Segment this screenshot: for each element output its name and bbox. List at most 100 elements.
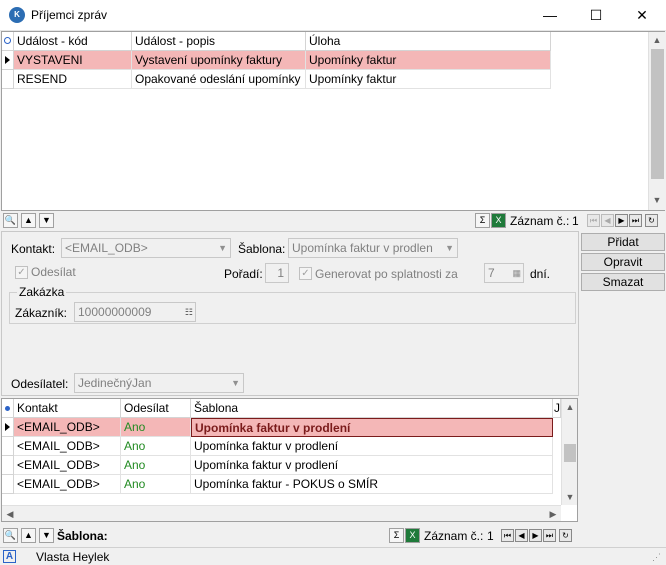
- previous-record-icon[interactable]: ◀: [601, 214, 614, 227]
- generate-checkbox[interactable]: ✓: [299, 267, 312, 280]
- template-label: Šablona:: [238, 242, 286, 256]
- row-indicator: [2, 418, 14, 437]
- detail-form: Kontakt: <EMAIL_ODB> ▼ Šablona: Upomínka …: [1, 231, 579, 396]
- table-cell[interactable]: Upomínka faktur - POKUS o SMÍR: [191, 475, 553, 494]
- refresh-icon[interactable]: ↻: [559, 529, 572, 542]
- grid-header-selector[interactable]: [2, 32, 14, 51]
- sender-value: JedinečnýJan: [78, 376, 152, 390]
- scroll-down-icon[interactable]: ▼: [649, 192, 665, 208]
- table-cell[interactable]: Upomínka faktur v prodlení: [191, 456, 553, 475]
- edit-button[interactable]: Opravit: [581, 253, 665, 271]
- order-label: Pořadí:: [224, 267, 263, 281]
- column-header-event-description[interactable]: Událost - popis: [132, 32, 306, 51]
- scroll-up-icon[interactable]: ▲: [562, 399, 578, 415]
- days-input[interactable]: 7 ▦: [484, 263, 524, 283]
- table-cell[interactable]: <EMAIL_ODB>: [14, 475, 121, 494]
- last-record-icon[interactable]: ⏭: [629, 214, 642, 227]
- sum-icon[interactable]: Σ: [389, 528, 404, 543]
- scroll-thumb[interactable]: [651, 49, 664, 179]
- refresh-icon[interactable]: ↻: [645, 214, 658, 227]
- table-cell[interactable]: Ano: [121, 475, 191, 494]
- template-combo[interactable]: Upomínka faktur v prodlen ▼: [288, 238, 458, 258]
- app-icon: K: [9, 7, 25, 23]
- column-header-event-code[interactable]: Událost - kód: [14, 32, 132, 51]
- grid-header-selector[interactable]: [2, 399, 14, 418]
- table-cell[interactable]: Ano: [121, 456, 191, 475]
- customer-input[interactable]: 10000000009 ☷: [74, 302, 196, 322]
- sum-icon[interactable]: Σ: [475, 213, 490, 228]
- next-record-icon[interactable]: ▶: [529, 529, 542, 542]
- vertical-scrollbar[interactable]: ▲ ▼: [561, 399, 577, 505]
- scroll-up-icon[interactable]: ▲: [649, 32, 665, 48]
- dropdown-icon: ▼: [231, 378, 240, 388]
- column-header-task[interactable]: Úloha: [306, 32, 551, 51]
- row-indicator: [2, 437, 14, 456]
- close-button[interactable]: ✕: [619, 0, 665, 30]
- scroll-left-icon[interactable]: ◀: [2, 506, 18, 522]
- next-record-icon[interactable]: ▶: [615, 214, 628, 227]
- vertical-scrollbar[interactable]: ▲ ▼: [648, 32, 665, 210]
- table-cell[interactable]: Upomínky faktur: [306, 70, 551, 89]
- first-record-icon[interactable]: ⏮: [501, 529, 514, 542]
- table-cell[interactable]: <EMAIL_ODB>: [14, 437, 121, 456]
- days-unit-label: dní.: [530, 267, 551, 281]
- template-filter-label: Šablona:: [57, 529, 108, 543]
- sender-label: Odesílatel:: [11, 377, 69, 391]
- send-checkbox[interactable]: ✓: [15, 266, 28, 279]
- column-header-extra[interactable]: J: [553, 399, 561, 418]
- column-header-template[interactable]: Šablona: [191, 399, 553, 418]
- table-cell[interactable]: Upomínky faktur: [306, 51, 551, 70]
- search-icon[interactable]: 🔍: [3, 528, 18, 543]
- record-label: Záznam č.:: [510, 214, 570, 228]
- record-number: 1: [572, 214, 579, 228]
- table-cell[interactable]: RESEND: [14, 70, 132, 89]
- table-cell[interactable]: <EMAIL_ODB>: [14, 418, 121, 437]
- current-user: Vlasta Heylek: [36, 550, 110, 564]
- table-cell[interactable]: Ano: [121, 437, 191, 456]
- user-icon: A: [3, 550, 16, 563]
- table-cell[interactable]: VYSTAVENI: [14, 51, 132, 70]
- resize-grip-icon[interactable]: ⋰: [652, 552, 661, 563]
- days-value: 7: [488, 266, 495, 280]
- minimize-button[interactable]: —: [527, 0, 573, 30]
- scroll-thumb[interactable]: [564, 444, 576, 462]
- table-cell[interactable]: Ano: [121, 418, 191, 437]
- window-title: Příjemci zpráv: [31, 8, 108, 22]
- move-up-icon[interactable]: ▲: [21, 528, 36, 543]
- column-header-contact[interactable]: Kontakt: [14, 399, 121, 418]
- add-button[interactable]: Přidat: [581, 233, 665, 251]
- excel-icon[interactable]: X: [491, 213, 506, 228]
- table-cell[interactable]: Opakované odeslání upomínky: [132, 70, 306, 89]
- maximize-button[interactable]: ☐: [573, 0, 619, 30]
- order-input[interactable]: 1: [265, 263, 289, 283]
- circle-icon: [4, 37, 11, 44]
- excel-icon[interactable]: X: [405, 528, 420, 543]
- sender-combo[interactable]: JedinečnýJan ▼: [74, 373, 244, 393]
- current-row-icon: [5, 423, 10, 431]
- horizontal-scrollbar[interactable]: ◀ ▶: [2, 505, 561, 521]
- previous-record-icon[interactable]: ◀: [515, 529, 528, 542]
- lookup-icon[interactable]: ☷: [185, 303, 193, 321]
- status-bar: A Vlasta Heylek ⋰: [0, 547, 666, 565]
- scroll-down-icon[interactable]: ▼: [562, 489, 578, 505]
- move-down-icon[interactable]: ▼: [39, 528, 54, 543]
- delete-button[interactable]: Smazat: [581, 273, 665, 291]
- column-header-send[interactable]: Odesílat: [121, 399, 191, 418]
- events-grid: Událost - kód Událost - popis Úloha VYST…: [1, 31, 665, 211]
- move-down-icon[interactable]: ▼: [39, 213, 54, 228]
- table-cell[interactable]: Upomínka faktur v prodlení: [191, 437, 553, 456]
- dropdown-icon: ▼: [445, 243, 454, 253]
- title-bar: K Příjemci zpráv — ☐ ✕: [0, 0, 666, 31]
- table-cell[interactable]: Upomínka faktur v prodlení: [191, 418, 553, 437]
- first-record-icon[interactable]: ⏮: [587, 214, 600, 227]
- table-cell[interactable]: Vystavení upomínky faktury: [132, 51, 306, 70]
- row-indicator: [2, 51, 14, 70]
- scroll-right-icon[interactable]: ▶: [545, 506, 561, 522]
- table-cell[interactable]: <EMAIL_ODB>: [14, 456, 121, 475]
- customer-value: 10000000009: [78, 305, 152, 319]
- contact-combo[interactable]: <EMAIL_ODB> ▼: [61, 238, 231, 258]
- search-icon[interactable]: 🔍: [3, 213, 18, 228]
- move-up-icon[interactable]: ▲: [21, 213, 36, 228]
- row-indicator: [2, 456, 14, 475]
- last-record-icon[interactable]: ⏭: [543, 529, 556, 542]
